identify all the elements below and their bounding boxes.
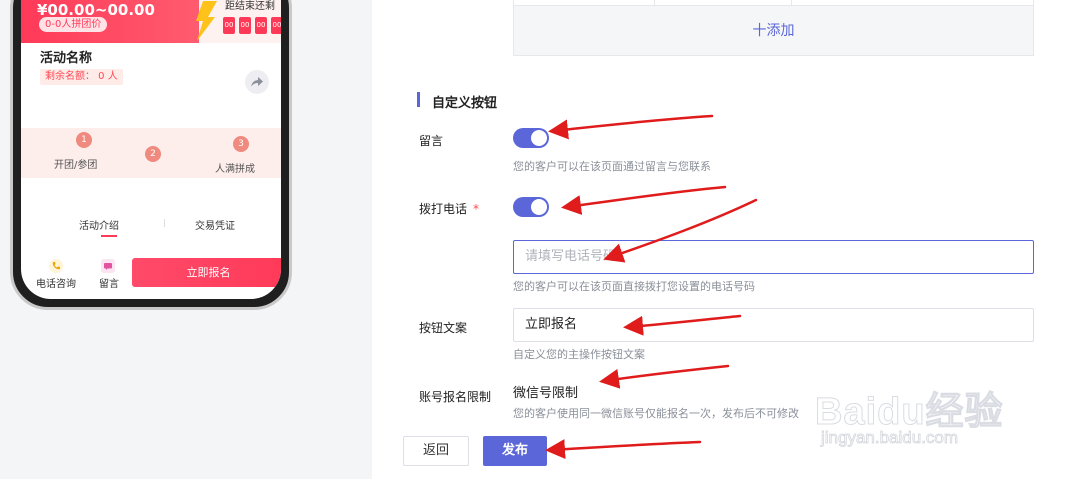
- message-toggle[interactable]: [513, 128, 549, 148]
- step-number: 1: [76, 132, 92, 148]
- active-tab-indicator: [101, 235, 117, 237]
- group-steps: 1 开团/参团 2 3 人满拼成: [21, 128, 281, 178]
- step-label: 开团/参团: [54, 160, 98, 171]
- step-label: 人满拼成: [215, 164, 255, 175]
- section-title: 自定义按钮: [432, 96, 498, 111]
- button-text-field-label: 按钮文案: [419, 321, 468, 335]
- watermark-url: jingyan.baidu.com: [821, 428, 959, 448]
- countdown-box: 00: [271, 17, 281, 34]
- message-label[interactable]: 留言: [99, 275, 119, 290]
- step-number: 2: [145, 146, 161, 162]
- activity-name: 活动名称: [40, 51, 93, 66]
- phone-icon[interactable]: [49, 259, 63, 273]
- add-row-button[interactable]: 十添加: [514, 20, 1033, 40]
- countdown-timer: 00 00 00 00: [223, 17, 281, 34]
- baidu-watermark: Baidu经验 jingyan.baidu.com: [815, 362, 1065, 479]
- table-column-divider: [791, 0, 792, 6]
- account-limit-value[interactable]: 微信号限制: [513, 382, 578, 401]
- watermark-logo-text: Baidu经验: [815, 391, 1004, 434]
- table-row: [514, 0, 1033, 6]
- share-button[interactable]: [245, 70, 269, 94]
- tab-separator: [164, 219, 165, 227]
- phone-number-input[interactable]: 请填写电话号码: [513, 240, 1034, 274]
- account-limit-field-label: 账号报名限制: [419, 390, 492, 404]
- share-arrow-icon: [251, 77, 263, 87]
- detail-tabs: 活动介绍 交易凭证: [21, 215, 281, 243]
- remaining-quota: 剩余名额： 0 人: [40, 69, 123, 85]
- phone-consult-label[interactable]: 电话咨询: [36, 275, 76, 290]
- countdown-box: 00: [223, 17, 235, 34]
- countdown-label: 距结束还剩: [225, 1, 275, 12]
- phone-screen: ¥00.00~00.00 0-0人拼团价 距结束还剩 00 00 00 00 活…: [21, 0, 281, 299]
- account-limit-hint: 您的客户使用同一微信账号仅能报名一次，发布后不可修改: [513, 407, 799, 420]
- section-accent-bar: [417, 92, 420, 107]
- phone-call-hint: 您的客户可以在该页面直接拨打您设置的电话号码: [513, 280, 755, 293]
- app-root: ¥00.00~00.00 0-0人拼团价 距结束还剩 00 00 00 00 活…: [0, 0, 1065, 479]
- step-number: 3: [233, 136, 249, 152]
- toggle-knob: [531, 199, 547, 215]
- tab-activity-intro[interactable]: 活动介绍: [79, 217, 119, 232]
- phone-call-toggle[interactable]: [513, 197, 549, 217]
- signup-button[interactable]: 立即报名: [132, 258, 281, 287]
- button-text-input[interactable]: 立即报名: [513, 308, 1034, 342]
- countdown-box: 00: [239, 17, 251, 34]
- message-icon[interactable]: [101, 259, 115, 273]
- back-button[interactable]: 返回: [403, 436, 469, 466]
- options-table: 十添加: [513, 0, 1034, 56]
- button-text-hint: 自定义您的主操作按钮文案: [513, 348, 645, 361]
- tab-transaction-proof[interactable]: 交易凭证: [195, 217, 235, 232]
- phone-frame: ¥00.00~00.00 0-0人拼团价 距结束还剩 00 00 00 00 活…: [10, 0, 292, 310]
- phone-call-field-label: 拨打电话 *: [419, 200, 479, 217]
- group-price-tag: 0-0人拼团价: [39, 17, 108, 32]
- preview-pane: ¥00.00~00.00 0-0人拼团价 距结束还剩 00 00 00 00 活…: [0, 0, 372, 479]
- phone-call-label-text: 拨打电话: [419, 202, 468, 216]
- countdown-box: 00: [255, 17, 267, 34]
- required-mark: *: [473, 202, 480, 216]
- toggle-knob: [531, 130, 547, 146]
- table-column-divider: [654, 0, 655, 6]
- lightning-icon: [196, 1, 217, 41]
- message-field-label: 留言: [419, 134, 444, 148]
- price-banner: ¥00.00~00.00 0-0人拼团价 距结束还剩 00 00 00 00: [21, 0, 281, 43]
- publish-button[interactable]: 发布: [483, 436, 547, 466]
- message-hint: 您的客户可以在该页面通过留言与您联系: [513, 160, 711, 173]
